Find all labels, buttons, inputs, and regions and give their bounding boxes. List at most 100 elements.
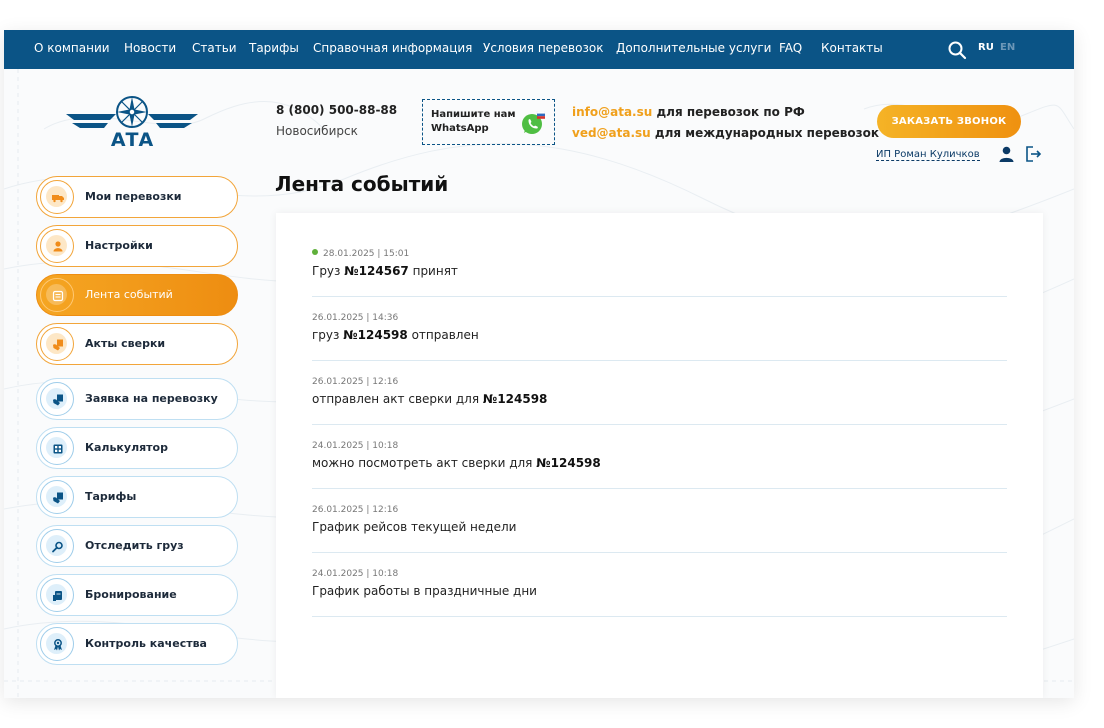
- sidebar-icon-wrap: [40, 327, 74, 361]
- sidebar-item-reconciliation[interactable]: Акты сверки: [36, 323, 238, 365]
- email-international: ved@ata.su для международных перевозок: [572, 126, 879, 140]
- nav-item-articles[interactable]: Статьи: [192, 41, 237, 55]
- email-russia-link[interactable]: info@ata.su: [572, 105, 652, 119]
- event-item[interactable]: 26.01.2025 | 12:16 График рейсов текущей…: [312, 489, 1007, 553]
- event-item[interactable]: 28.01.2025 | 15:01 Груз №124567 принят: [312, 233, 1007, 297]
- nav-item-faq[interactable]: FAQ: [779, 41, 802, 55]
- logout-icon[interactable]: [1025, 146, 1042, 162]
- whatsapp-label: Напишите нам WhatsApp: [431, 108, 519, 136]
- sidebar-icon-wrap: [40, 278, 74, 312]
- company-logo[interactable]: АТА: [64, 94, 200, 156]
- event-date: 26.01.2025: [312, 505, 364, 515]
- email-international-link[interactable]: ved@ata.su: [572, 126, 651, 140]
- event-text: можно посмотреть акт сверки для №124598: [312, 456, 601, 470]
- event-time: 12:16: [372, 377, 399, 387]
- sidebar-item-label: Лента событий: [85, 288, 173, 301]
- event-item[interactable]: 24.01.2025 | 10:18 График работы в празд…: [312, 553, 1007, 617]
- nav-item-services[interactable]: Дополнительные услуги: [616, 41, 771, 55]
- sidebar-item-label: Акты сверки: [85, 337, 166, 350]
- event-cargo-number[interactable]: №124567: [344, 264, 409, 278]
- email-international-desc: для международных перевозок: [650, 126, 880, 140]
- event-item[interactable]: 26.01.2025 | 12:16 отправлен акт сверки …: [312, 361, 1007, 425]
- event-time: 10:18: [372, 441, 399, 451]
- hand-document-icon: [53, 394, 63, 406]
- event-text-post: принят: [408, 264, 458, 278]
- sidebar-icon-wrap: [40, 578, 74, 612]
- truck-icon: [52, 195, 64, 203]
- sidebar-item-label: Тарифы: [85, 490, 137, 503]
- event-text: График рейсов текущей недели: [312, 520, 516, 534]
- nav-item-tariffs[interactable]: Тарифы: [249, 41, 299, 55]
- event-feed-panel: 28.01.2025 | 15:01 Груз №124567 принят 2…: [276, 213, 1043, 698]
- hand-document-icon: [53, 492, 63, 504]
- whatsapp-line2: WhatsApp: [431, 123, 489, 134]
- event-text: Груз №124567 принят: [312, 264, 458, 278]
- event-date: 24.01.2025: [312, 441, 364, 451]
- event-item[interactable]: 26.01.2025 | 14:36 груз №124598 отправле…: [312, 297, 1007, 361]
- sidebar-item-settings[interactable]: Настройки: [36, 225, 238, 267]
- sidebar-icon-wrap: [40, 180, 74, 214]
- event-time: 15:01: [383, 249, 410, 259]
- user-name-link[interactable]: ИП Роман Куличков: [876, 149, 980, 161]
- event-item[interactable]: 24.01.2025 | 10:18 можно посмотреть акт …: [312, 425, 1007, 489]
- nav-item-news[interactable]: Новости: [124, 41, 176, 55]
- lang-ru[interactable]: RU: [978, 42, 994, 53]
- whatsapp-icon: [522, 111, 545, 134]
- app-frame: О компании Новости Статьи Тарифы Справоч…: [4, 30, 1074, 698]
- sidebar-item-calculator[interactable]: Калькулятор: [36, 427, 238, 469]
- nav-item-conditions[interactable]: Условия перевозок: [483, 41, 603, 55]
- event-cargo-number[interactable]: №124598: [536, 456, 601, 470]
- event-text-pre: График работы в праздничные дни: [312, 584, 537, 598]
- sidebar-item-event-feed[interactable]: Лента событий: [36, 274, 238, 316]
- event-meta: 24.01.2025 | 10:18: [312, 441, 399, 451]
- event-meta: 28.01.2025 | 15:01: [312, 249, 409, 259]
- sidebar-item-my-shipments[interactable]: Мои перевозки: [36, 176, 238, 218]
- event-meta: 26.01.2025 | 12:16: [312, 505, 399, 515]
- phone-number[interactable]: 8 (800) 500-88-88: [276, 103, 397, 117]
- lang-en[interactable]: EN: [1000, 42, 1015, 53]
- event-text-pre: отправлен акт сверки для: [312, 392, 483, 406]
- event-date: 26.01.2025: [312, 377, 364, 387]
- event-meta: 26.01.2025 | 12:16: [312, 377, 399, 387]
- event-text-pre: груз: [312, 328, 344, 342]
- nav-item-contacts[interactable]: Контакты: [821, 41, 883, 55]
- sidebar-icon-wrap: [40, 627, 74, 661]
- event-text: груз №124598 отправлен: [312, 328, 479, 342]
- event-meta: 24.01.2025 | 10:18: [312, 569, 399, 579]
- nav-item-reference[interactable]: Справочная информация: [313, 41, 472, 55]
- sidebar-item-label: Бронирование: [85, 588, 177, 601]
- top-navigation: О компании Новости Статьи Тарифы Справоч…: [4, 30, 1074, 69]
- event-time: 12:16: [372, 505, 399, 515]
- sidebar-item-label: Настройки: [85, 239, 153, 252]
- user-icon[interactable]: [999, 146, 1014, 162]
- order-call-button[interactable]: ЗАКАЗАТЬ ЗВОНОК: [877, 105, 1021, 138]
- sidebar-icon-wrap: [40, 382, 74, 416]
- tracking-icon: [52, 541, 63, 553]
- event-text-pre: Груз: [312, 264, 345, 278]
- event-cargo-number[interactable]: №124598: [483, 392, 548, 406]
- city-label: Новосибирск: [276, 124, 358, 138]
- sidebar-item-track-cargo[interactable]: Отследить груз: [36, 525, 238, 567]
- logo-text: АТА: [111, 129, 154, 151]
- sidebar-item-quality-control[interactable]: Контроль качества: [36, 623, 238, 665]
- event-date: 24.01.2025: [312, 569, 364, 579]
- nav-item-about[interactable]: О компании: [34, 41, 110, 55]
- sidebar-icon-wrap: [40, 529, 74, 563]
- person-icon: [53, 241, 63, 252]
- event-cargo-number[interactable]: №124598: [343, 328, 408, 342]
- event-text-pre: можно посмотреть акт сверки для: [312, 456, 537, 470]
- booking-icon: [53, 591, 62, 601]
- calculator-icon: [53, 444, 63, 454]
- sidebar-item-tariffs[interactable]: Тарифы: [36, 476, 238, 518]
- page-title: Лента событий: [275, 172, 449, 196]
- whatsapp-contact[interactable]: Напишите нам WhatsApp: [422, 99, 555, 145]
- search-icon[interactable]: [947, 40, 967, 60]
- sidebar-item-booking[interactable]: Бронирование: [36, 574, 238, 616]
- email-russia-desc: для перевозок по РФ: [652, 105, 805, 119]
- sidebar-item-label: Калькулятор: [85, 441, 168, 454]
- new-event-indicator: [312, 249, 318, 255]
- sidebar-item-label: Заявка на перевозку: [85, 392, 218, 405]
- sidebar-item-shipment-request[interactable]: Заявка на перевозку: [36, 378, 238, 420]
- event-text-post: отправлен: [407, 328, 479, 342]
- sidebar-item-label: Отследить груз: [85, 539, 184, 552]
